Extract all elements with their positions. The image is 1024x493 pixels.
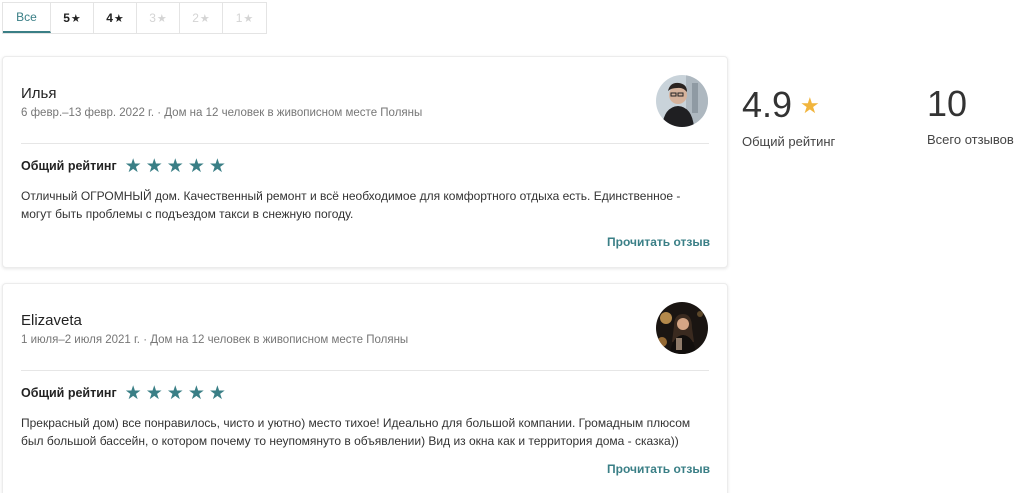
- filter-tab-3: 3 ★: [137, 3, 180, 33]
- rating-label: Общий рейтинг: [21, 159, 117, 173]
- total-reviews-summary: 10 Всего отзывов: [927, 83, 1014, 148]
- total-reviews-value: 10: [927, 83, 968, 124]
- overall-rating: Общий рейтинг ★ ★ ★ ★ ★: [21, 156, 226, 176]
- star-icon: ★: [156, 12, 167, 25]
- star-icon: ★: [124, 155, 142, 177]
- filter-tab-1: 1 ★: [223, 3, 266, 33]
- filter-tab-4[interactable]: 4 ★: [94, 3, 137, 33]
- filter-tab-5[interactable]: 5 ★: [51, 3, 94, 33]
- rating-stars: ★ ★ ★ ★ ★: [125, 384, 226, 403]
- review-card: Илья 6 февр.–13 февр. 2022 г. · Дом на 1…: [2, 56, 728, 268]
- filter-tab-label: Все: [16, 10, 37, 24]
- overall-rating-value: 4.9: [742, 84, 793, 125]
- star-icon: ★: [145, 155, 163, 177]
- rating-label: Общий рейтинг: [21, 386, 117, 400]
- total-reviews-label: Всего отзывов: [927, 132, 1014, 147]
- reviewer-name: Илья: [21, 85, 57, 102]
- review-card: Elizaveta 1 июля–2 июля 2021 г. · Дом на…: [2, 283, 728, 493]
- star-icon: ★: [208, 382, 226, 404]
- star-icon: ★: [243, 12, 254, 25]
- filter-tab-2: 2 ★: [180, 3, 223, 33]
- filter-tab-label: 3: [149, 11, 156, 25]
- divider: [21, 370, 709, 371]
- avatar: [656, 75, 708, 127]
- overall-rating: Общий рейтинг ★ ★ ★ ★ ★: [21, 383, 226, 403]
- divider: [21, 143, 709, 144]
- filter-tab-all[interactable]: Все: [3, 3, 51, 33]
- review-meta: 1 июля–2 июля 2021 г. · Дом на 12 челове…: [21, 334, 409, 346]
- filter-tab-label: 5: [63, 11, 70, 25]
- star-icon: ★: [187, 155, 205, 177]
- star-icon: ★: [800, 93, 820, 118]
- star-icon: ★: [199, 12, 210, 25]
- read-review-link[interactable]: Прочитать отзыв: [607, 462, 710, 476]
- star-icon: ★: [145, 382, 163, 404]
- reviewer-name: Elizaveta: [21, 312, 82, 329]
- overall-rating-label: Общий рейтинг: [742, 134, 836, 149]
- star-icon: ★: [124, 382, 142, 404]
- filter-tab-label: 4: [106, 11, 113, 25]
- star-icon: ★: [187, 382, 205, 404]
- star-icon: ★: [113, 12, 124, 25]
- read-review-link[interactable]: Прочитать отзыв: [607, 235, 710, 249]
- review-meta: 6 февр.–13 февр. 2022 г. · Дом на 12 чел…: [21, 107, 423, 119]
- review-text: Прекрасный дом) все понравилось, чисто и…: [21, 416, 691, 448]
- avatar: [656, 302, 708, 354]
- rating-stars: ★ ★ ★ ★ ★: [125, 157, 226, 176]
- rating-filter-tabs: Все 5 ★ 4 ★ 3 ★ 2 ★ 1 ★: [2, 2, 267, 34]
- star-icon: ★: [166, 155, 184, 177]
- star-icon: ★: [70, 12, 81, 25]
- filter-tab-label: 2: [192, 11, 199, 25]
- star-icon: ★: [208, 155, 226, 177]
- filter-tab-label: 1: [235, 11, 243, 25]
- star-icon: ★: [166, 382, 184, 404]
- overall-rating-summary: 4.9 ★ Общий рейтинг: [742, 84, 836, 150]
- review-text: Отличный ОГРОМНЫЙ дом. Качественный ремо…: [21, 189, 681, 221]
